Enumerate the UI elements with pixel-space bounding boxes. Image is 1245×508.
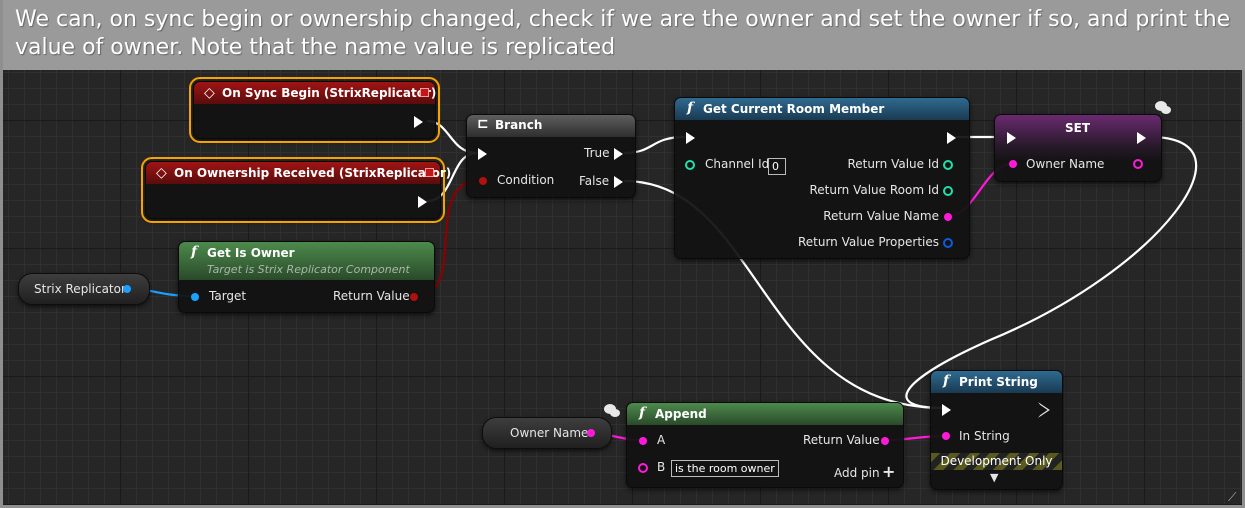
node-title: On Ownership Received (StrixReplicator) <box>174 166 452 180</box>
exec-in-pin[interactable] <box>478 148 487 160</box>
function-node-get-current-room-member[interactable]: f Get Current Room Member Channel Id 0 R… <box>674 97 970 259</box>
int-pin[interactable] <box>943 160 953 170</box>
development-only-label: Development Only <box>940 454 1053 468</box>
pin-label-return-room-id: Return Value Room Id <box>809 183 939 197</box>
function-icon: f <box>943 373 950 389</box>
variable-label: Strix Replicator <box>34 282 126 296</box>
node-title: SET <box>1065 121 1091 135</box>
add-pin-label[interactable]: Add pin <box>834 466 880 480</box>
function-icon: f <box>191 244 198 260</box>
set-variable-node[interactable]: SET Owner Name <box>994 114 1162 182</box>
event-diamond-icon: ◇ <box>204 85 215 101</box>
branch-icon: ⊏ <box>477 116 489 132</box>
add-pin-icon[interactable]: + <box>882 462 895 481</box>
string-out-pin[interactable] <box>1133 159 1143 169</box>
pin-label-false: False <box>579 174 610 188</box>
string-pin[interactable] <box>944 213 952 221</box>
development-only-banner: Development Only <box>931 453 1062 470</box>
pin-label-channel-id: Channel Id <box>705 157 770 171</box>
variable-node-strix-replicator[interactable]: Strix Replicator <box>18 273 150 305</box>
bool-pin[interactable] <box>410 293 418 301</box>
pin-label-return-id: Return Value Id <box>847 157 939 171</box>
exec-in-pin[interactable] <box>686 132 695 144</box>
pin-label-b: B <box>657 460 666 474</box>
pin-label-target: Target <box>209 289 247 303</box>
object-pin[interactable] <box>191 293 199 301</box>
node-subtitle: Target is Strix Replicator Component <box>207 263 410 276</box>
function-node-append[interactable]: f Append A Return Value B is the room ow… <box>626 402 904 488</box>
pin-label-a: A <box>657 433 666 447</box>
string-pin[interactable] <box>587 429 595 437</box>
node-title: On Sync Begin (StrixReplicator) <box>222 86 437 100</box>
pin-label-return-properties: Return Value Properties <box>797 235 939 249</box>
exec-out-pin[interactable] <box>414 116 423 128</box>
exec-true-pin[interactable] <box>614 148 623 160</box>
bool-pin[interactable] <box>479 177 487 185</box>
branch-node[interactable]: ⊏ Branch True Condition False <box>466 114 636 198</box>
node-title: Get Is Owner <box>207 246 295 260</box>
event-node-sync-begin[interactable]: ◇ On Sync Begin (StrixReplicator) <box>189 77 440 143</box>
variable-node-owner-name[interactable]: Owner Name <box>482 417 612 449</box>
delegate-pin-icon[interactable] <box>425 168 434 177</box>
struct-pin[interactable] <box>943 238 953 248</box>
string-pin[interactable] <box>638 463 648 473</box>
comment-text: We can, on sync begin or ownership chang… <box>15 7 1231 60</box>
pin-label-return: Return Value <box>333 289 410 303</box>
pin-label-return: Return Value <box>803 433 880 447</box>
channel-id-input[interactable]: 0 <box>768 158 786 175</box>
string-pin[interactable] <box>881 437 889 445</box>
exec-out-pin[interactable] <box>418 196 427 208</box>
object-pin[interactable] <box>123 285 131 293</box>
int-pin[interactable] <box>685 160 695 170</box>
function-node-get-is-owner[interactable]: f Get Is Owner Target is Strix Replicato… <box>178 241 435 313</box>
resize-grip-icon[interactable]: ⟋ <box>1228 490 1236 505</box>
node-title: Print String <box>959 375 1038 389</box>
function-node-print-string[interactable]: f Print String In String Development Onl… <box>930 370 1063 490</box>
function-icon: f <box>687 100 694 116</box>
exec-false-pin[interactable] <box>614 176 623 188</box>
int-pin[interactable] <box>943 186 953 196</box>
append-b-input[interactable]: is the room owner <box>671 460 779 477</box>
replicated-bubble-icon <box>610 409 620 417</box>
exec-out-pin[interactable] <box>947 132 956 144</box>
comment-header[interactable]: We can, on sync begin or ownership chang… <box>3 0 1245 70</box>
pin-label-return-name: Return Value Name <box>823 209 939 223</box>
delegate-pin-icon[interactable] <box>420 88 429 97</box>
exec-out-pin[interactable] <box>1137 132 1146 144</box>
pin-label-owner-name: Owner Name <box>1026 157 1105 171</box>
pin-label-true: True <box>584 146 610 160</box>
string-pin[interactable] <box>942 432 950 440</box>
function-icon: f <box>639 405 646 421</box>
node-title: Branch <box>495 118 543 132</box>
variable-label: Owner Name <box>510 426 589 440</box>
string-pin[interactable] <box>639 437 647 445</box>
pin-label-in-string: In String <box>959 429 1010 443</box>
exec-in-pin[interactable] <box>942 404 951 416</box>
exec-in-pin[interactable] <box>1007 132 1016 144</box>
node-title: Append <box>655 407 707 421</box>
event-diamond-icon: ◇ <box>156 165 167 181</box>
pin-label-condition: Condition <box>497 173 555 187</box>
replicated-bubble-icon <box>1161 106 1171 114</box>
string-pin[interactable] <box>1009 160 1017 168</box>
expand-chevron-icon[interactable]: ▼ <box>990 471 998 484</box>
event-node-ownership-received[interactable]: ◇ On Ownership Received (StrixReplicator… <box>141 157 451 223</box>
node-title: Get Current Room Member <box>703 102 885 116</box>
